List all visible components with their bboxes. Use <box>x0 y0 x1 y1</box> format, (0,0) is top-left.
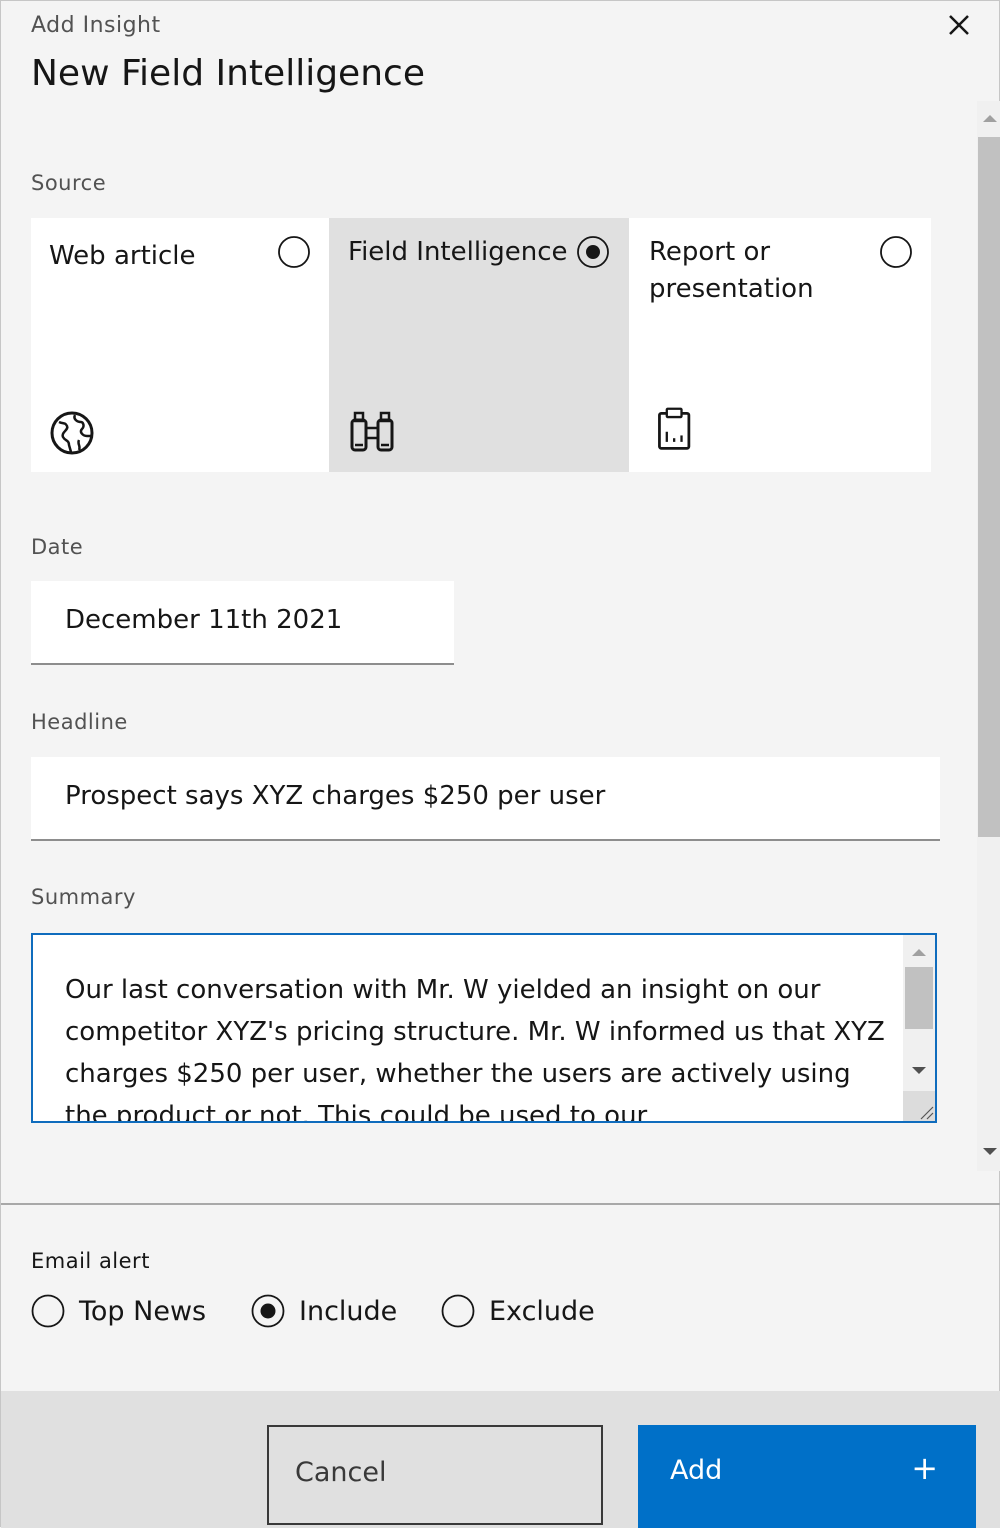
summary-scrollbar[interactable] <box>903 935 935 1121</box>
add-label: Add <box>670 1455 723 1486</box>
radio-label: Exclude <box>489 1295 595 1327</box>
scrollbar-thumb[interactable] <box>905 967 933 1029</box>
resize-handle[interactable] <box>903 1091 935 1121</box>
date-label: Date <box>31 535 84 559</box>
date-input[interactable]: December 11th 2021 <box>31 581 454 665</box>
add-button[interactable]: Add + <box>638 1425 976 1528</box>
email-alert-label: Email alert <box>31 1249 150 1273</box>
cancel-label: Cancel <box>295 1457 387 1488</box>
resize-grip-icon <box>920 1106 934 1120</box>
summary-label: Summary <box>31 885 136 909</box>
plus-icon: + <box>911 1449 938 1487</box>
binoculars-icon <box>350 411 394 452</box>
source-label: Source <box>31 171 107 195</box>
tile-label: Web article <box>49 241 196 271</box>
summary-textarea[interactable]: Our last conversation with Mr. W yielded… <box>31 933 937 1123</box>
modal-scrollbar[interactable] <box>977 101 1000 1171</box>
clipboard-report-icon <box>658 407 691 450</box>
section-divider <box>1 1203 1000 1205</box>
email-alert-option-exclude[interactable]: Exclude <box>441 1291 595 1331</box>
source-tile-report-presentation[interactable]: Report or presentation <box>629 218 931 472</box>
scroll-up-icon[interactable] <box>912 947 926 957</box>
headline-value: Prospect says XYZ charges $250 per user <box>65 781 606 811</box>
summary-value: Our last conversation with Mr. W yielded… <box>65 975 885 1123</box>
radio-label: Include <box>299 1295 398 1327</box>
scroll-down-icon[interactable] <box>912 1066 926 1076</box>
close-icon <box>949 15 969 35</box>
radio-unselected-icon[interactable] <box>31 1294 65 1328</box>
tile-label: Field Intelligence <box>348 237 568 267</box>
tile-label: Report or presentation <box>649 237 814 304</box>
headline-label: Headline <box>31 710 128 734</box>
radio-unselected-icon[interactable] <box>441 1294 475 1328</box>
modal-eyebrow: Add Insight <box>31 13 161 38</box>
radio-selected-icon[interactable] <box>577 236 609 268</box>
email-alert-option-include[interactable]: Include <box>251 1291 397 1331</box>
source-tile-field-intelligence[interactable]: Field Intelligence <box>329 218 629 472</box>
scroll-up-icon[interactable] <box>983 113 997 123</box>
radio-label: Top News <box>79 1295 207 1327</box>
cancel-button[interactable]: Cancel <box>267 1425 603 1525</box>
modal-title: New Field Intelligence <box>31 53 425 94</box>
radio-selected-icon[interactable] <box>251 1294 285 1328</box>
date-value: December 11th 2021 <box>65 605 343 635</box>
globe-icon <box>50 411 94 455</box>
source-tile-web-article[interactable]: Web article <box>31 218 329 472</box>
radio-unselected-icon[interactable] <box>278 236 310 268</box>
scroll-down-icon[interactable] <box>983 1147 997 1157</box>
headline-input[interactable]: Prospect says XYZ charges $250 per user <box>31 757 940 841</box>
radio-unselected-icon[interactable] <box>880 236 912 268</box>
email-alert-option-top-news[interactable]: Top News <box>31 1291 206 1331</box>
add-insight-modal: Add Insight New Field Intelligence Sourc… <box>0 0 1000 1528</box>
close-button[interactable] <box>943 9 975 41</box>
scrollbar-thumb[interactable] <box>978 137 1000 837</box>
